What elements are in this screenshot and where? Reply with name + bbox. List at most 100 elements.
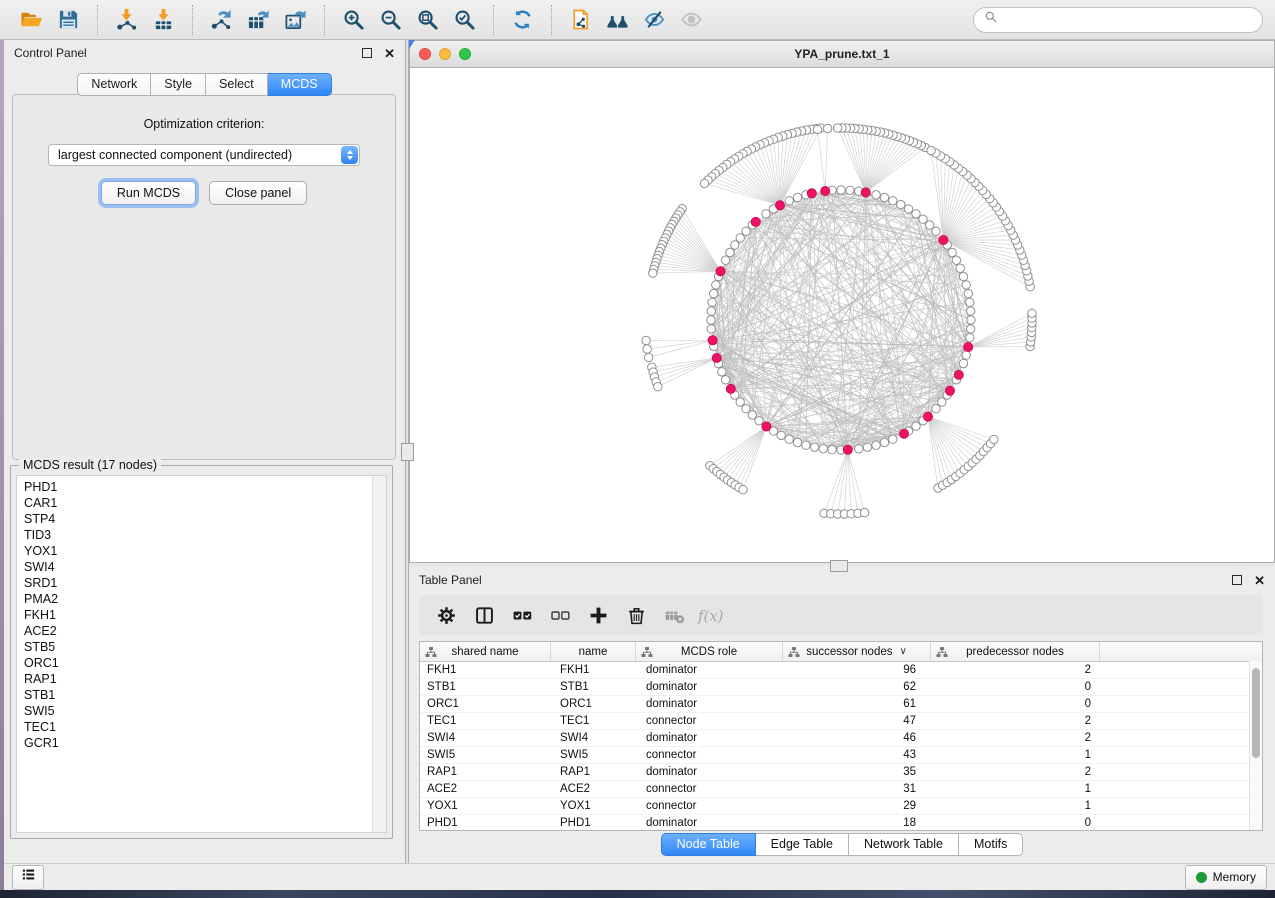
svg-text:f(x): f(x) — [697, 606, 724, 624]
close-panel-icon[interactable]: ✕ — [384, 47, 395, 60]
tab-mcds[interactable]: MCDS — [268, 73, 332, 96]
column-header-predecessor-nodes[interactable]: predecessor nodes — [931, 642, 1100, 661]
result-list-item[interactable]: ORC1 — [24, 655, 386, 671]
table-row[interactable]: FKH1FKH1dominator962 — [420, 662, 1262, 679]
result-list-item[interactable]: GCR1 — [24, 735, 386, 751]
tab-node-table[interactable]: Node Table — [661, 833, 756, 856]
apply-preferred-layout-button[interactable] — [504, 4, 541, 36]
zoom-out-button[interactable] — [372, 4, 409, 36]
table-row[interactable]: STB1STB1dominator620 — [420, 679, 1262, 696]
delete-columns-button[interactable] — [617, 600, 655, 630]
column-header-MCDS-role[interactable]: MCDS role — [636, 642, 783, 661]
save-session-button[interactable] — [50, 4, 87, 36]
table-cell: 61 — [783, 698, 931, 710]
export-image-button[interactable] — [277, 4, 314, 36]
new-network-from-selection-button[interactable] — [562, 4, 599, 36]
show-all-button[interactable] — [673, 4, 710, 36]
mcds-result-scrollbar[interactable] — [372, 476, 386, 832]
float-table-panel-icon[interactable] — [1232, 575, 1242, 585]
zoom-fit-button[interactable] — [409, 4, 446, 36]
result-list-item[interactable]: CAR1 — [24, 495, 386, 511]
vertical-splitter-handle[interactable] — [401, 443, 414, 461]
tab-edge-table[interactable]: Edge Table — [756, 833, 849, 856]
column-label: MCDS role — [681, 646, 737, 658]
tab-style[interactable]: Style — [151, 73, 206, 96]
table-row[interactable]: ORC1ORC1dominator610 — [420, 696, 1262, 713]
table-cell: PHD1 — [420, 817, 551, 829]
network-window-titlebar[interactable]: YPA_prune.txt_1 — [410, 41, 1274, 68]
table-cell: 2 — [931, 732, 1100, 744]
import-table-from-file-button[interactable] — [145, 4, 182, 36]
table-mode-button[interactable] — [427, 600, 465, 630]
window-close-button[interactable] — [419, 48, 431, 60]
column-header-successor-nodes[interactable]: successor nodes∨ — [783, 642, 931, 661]
deselect-all-rows-button[interactable] — [541, 600, 579, 630]
result-list-item[interactable]: RAP1 — [24, 671, 386, 687]
result-list-item[interactable]: STP4 — [24, 511, 386, 527]
close-table-panel-icon[interactable]: ✕ — [1254, 574, 1265, 587]
create-column-button[interactable] — [579, 600, 617, 630]
search-box[interactable] — [973, 7, 1263, 33]
show-column-button[interactable] — [465, 600, 503, 630]
toolbar-separator — [551, 5, 552, 35]
result-list-item[interactable]: STB5 — [24, 639, 386, 655]
function-builder-button[interactable]: f(x) — [693, 600, 731, 630]
select-all-rows-button[interactable] — [503, 600, 541, 630]
window-maximize-button[interactable] — [459, 48, 471, 60]
tab-select[interactable]: Select — [206, 73, 268, 96]
table-row[interactable]: SWI4SWI4dominator462 — [420, 730, 1262, 747]
show-all-icon — [680, 8, 703, 31]
ui-settings-button[interactable] — [12, 865, 44, 890]
table-row[interactable]: TEC1TEC1connector472 — [420, 713, 1262, 730]
table-cell: dominator — [636, 681, 783, 693]
run-mcds-button[interactable]: Run MCDS — [101, 181, 196, 205]
zoom-selected-button[interactable] — [446, 4, 483, 36]
column-header-shared-name[interactable]: shared name — [420, 642, 551, 661]
export-network-button[interactable] — [203, 4, 240, 36]
tab-motifs[interactable]: Motifs — [959, 833, 1023, 856]
result-list-item[interactable]: STB1 — [24, 687, 386, 703]
result-list-item[interactable]: ACE2 — [24, 623, 386, 639]
zoom-in-button[interactable] — [335, 4, 372, 36]
horizontal-splitter-handle[interactable] — [830, 560, 848, 572]
import-network-from-file-button[interactable] — [108, 4, 145, 36]
export-table-button[interactable] — [240, 4, 277, 36]
table-row[interactable]: ACE2ACE2connector311 — [420, 781, 1262, 798]
result-list-item[interactable]: SWI5 — [24, 703, 386, 719]
table-scrollbar-thumb[interactable] — [1252, 668, 1260, 758]
network-view-window: YPA_prune.txt_1 — [409, 40, 1275, 563]
table-cell: dominator — [636, 817, 783, 829]
search-input[interactable] — [1004, 12, 1252, 28]
first-neighbors-button[interactable] — [599, 4, 636, 36]
tab-network-table[interactable]: Network Table — [849, 833, 959, 856]
result-list-item[interactable]: TEC1 — [24, 719, 386, 735]
column-header-name[interactable]: name — [551, 642, 636, 661]
table-row[interactable]: SWI5SWI5connector431 — [420, 747, 1262, 764]
new-network-from-selection-icon — [569, 8, 592, 31]
memory-button[interactable]: Memory — [1185, 865, 1267, 890]
result-list-item[interactable]: PMA2 — [24, 591, 386, 607]
result-list-item[interactable]: SWI4 — [24, 559, 386, 575]
network-canvas[interactable] — [410, 67, 1274, 562]
result-list-item[interactable]: TID3 — [24, 527, 386, 543]
window-minimize-button[interactable] — [439, 48, 451, 60]
result-list-item[interactable]: FKH1 — [24, 607, 386, 623]
open-session-button[interactable] — [13, 4, 50, 36]
delete-table-button[interactable] — [655, 600, 693, 630]
tab-network[interactable]: Network — [77, 73, 151, 96]
table-cell: 47 — [783, 715, 931, 727]
result-list-item[interactable]: PHD1 — [24, 479, 386, 495]
close-panel-button[interactable]: Close panel — [209, 181, 307, 205]
result-list-item[interactable]: SRD1 — [24, 575, 386, 591]
table-cell: dominator — [636, 732, 783, 744]
table-row[interactable]: RAP1RAP1dominator352 — [420, 764, 1262, 781]
table-cell: RAP1 — [551, 766, 636, 778]
hide-selected-button[interactable] — [636, 4, 673, 36]
table-scrollbar[interactable] — [1249, 661, 1262, 830]
result-list-item[interactable]: YOX1 — [24, 543, 386, 559]
table-row[interactable]: PHD1PHD1dominator180 — [420, 815, 1262, 831]
table-cell: SWI4 — [420, 732, 551, 744]
table-row[interactable]: YOX1YOX1connector291 — [420, 798, 1262, 815]
optimization-criterion-select[interactable]: largest connected component (undirected) — [48, 144, 360, 166]
float-panel-icon[interactable] — [362, 48, 372, 58]
